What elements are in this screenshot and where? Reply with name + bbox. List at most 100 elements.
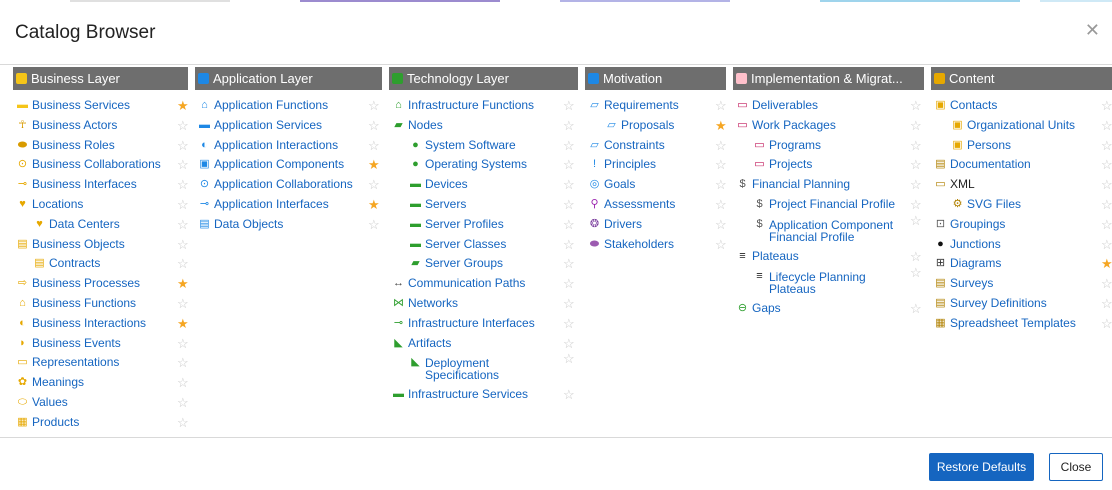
catalog-item[interactable]: ▣ Persons ☆ [931, 136, 1112, 156]
restore-defaults-button[interactable]: Restore Defaults [929, 453, 1034, 481]
star-outline-icon[interactable]: ☆ [563, 116, 575, 136]
close-icon[interactable]: ✕ [1085, 20, 1100, 41]
catalog-item[interactable]: ⊙ Business Collaborations ☆ [13, 155, 189, 175]
catalog-item[interactable]: ▭ Representations ☆ [13, 353, 188, 373]
column-header[interactable]: Content [931, 67, 1112, 90]
star-outline-icon[interactable]: ☆ [177, 373, 189, 393]
catalog-item[interactable]: ▭ Programs ☆ [733, 136, 924, 156]
star-outline-icon[interactable]: ☆ [177, 353, 189, 373]
star-outline-icon[interactable]: ☆ [715, 195, 727, 215]
star-outline-icon[interactable]: ☆ [563, 215, 575, 235]
catalog-item[interactable]: ▬ Server Classes ☆ [389, 235, 578, 255]
catalog-item[interactable]: ▣ Contacts ☆ [931, 96, 1112, 116]
star-outline-icon[interactable]: ☆ [910, 247, 922, 267]
favorite-star-icon[interactable]: ★ [368, 195, 380, 215]
catalog-item[interactable]: ▤ Data Objects ☆ [195, 215, 382, 235]
star-outline-icon[interactable]: ☆ [910, 155, 922, 175]
favorite-star-icon[interactable]: ★ [1101, 254, 1112, 274]
catalog-item[interactable]: ▭ XML ☆ [931, 175, 1112, 195]
catalog-item[interactable]: ▤ Documentation ☆ [931, 155, 1112, 175]
star-outline-icon[interactable]: ☆ [563, 254, 575, 274]
catalog-item[interactable]: ! Principles ☆ [585, 155, 727, 175]
catalog-item[interactable]: ▭ Deliverables ☆ [733, 96, 924, 116]
star-outline-icon[interactable]: ☆ [368, 116, 380, 136]
star-outline-icon[interactable]: ☆ [910, 195, 922, 215]
column-header[interactable]: Implementation & Migrat... [733, 67, 924, 90]
catalog-item[interactable]: ⌂ Business Functions ☆ [13, 294, 188, 314]
catalog-item[interactable]: ▣ Organizational Units ☆ [931, 116, 1112, 136]
star-outline-icon[interactable]: ☆ [177, 215, 189, 235]
catalog-item[interactable]: ⋈ Networks ☆ [389, 294, 578, 314]
catalog-item[interactable]: ▬ Business Services ★ [13, 96, 189, 116]
catalog-item[interactable]: ▦ Spreadsheet Templates ☆ [931, 314, 1112, 334]
star-outline-icon[interactable]: ☆ [1101, 155, 1112, 175]
catalog-item[interactable]: ● System Software ☆ [389, 136, 578, 156]
star-outline-icon[interactable]: ☆ [910, 214, 922, 227]
star-outline-icon[interactable]: ☆ [177, 294, 189, 314]
star-outline-icon[interactable]: ☆ [563, 274, 575, 294]
catalog-item[interactable]: ⊞ Diagrams ★ [931, 254, 1112, 274]
catalog-item[interactable]: ≡ Lifecycle Planning Plateaus ☆ [733, 266, 924, 299]
star-outline-icon[interactable]: ☆ [715, 96, 727, 116]
star-outline-icon[interactable]: ☆ [910, 299, 922, 319]
star-outline-icon[interactable]: ☆ [1101, 314, 1112, 334]
catalog-item[interactable]: ⊖ Gaps ☆ [733, 299, 924, 319]
catalog-item[interactable]: $ Project Financial Profile ☆ [733, 195, 924, 215]
catalog-item[interactable]: ▬ Server Profiles ☆ [389, 215, 578, 235]
catalog-item[interactable]: ♥ Data Centers ☆ [13, 215, 188, 235]
catalog-item[interactable]: ✿ Meanings ☆ [13, 373, 189, 393]
catalog-item[interactable]: ● Operating Systems ☆ [389, 155, 578, 175]
star-outline-icon[interactable]: ☆ [177, 334, 189, 354]
star-outline-icon[interactable]: ☆ [563, 195, 575, 215]
column-header[interactable]: Application Layer [195, 67, 382, 90]
star-outline-icon[interactable]: ☆ [1101, 195, 1112, 215]
star-outline-icon[interactable]: ☆ [715, 215, 727, 235]
star-outline-icon[interactable]: ☆ [1101, 136, 1112, 156]
catalog-item[interactable]: ⊸ Application Interfaces ★ [195, 195, 382, 215]
star-outline-icon[interactable]: ☆ [563, 314, 575, 334]
catalog-item[interactable]: ⊸ Infrastructure Interfaces ☆ [389, 314, 578, 334]
catalog-item[interactable]: ◣ Deployment Specifications ☆ [389, 352, 578, 385]
catalog-item[interactable]: ⬬ Business Roles ☆ [13, 136, 189, 156]
star-outline-icon[interactable]: ☆ [563, 96, 575, 116]
star-outline-icon[interactable]: ☆ [910, 96, 922, 116]
star-outline-icon[interactable]: ☆ [177, 195, 189, 215]
catalog-item[interactable]: ☥ Business Actors ☆ [13, 116, 188, 136]
star-outline-icon[interactable]: ☆ [368, 175, 380, 195]
catalog-item[interactable]: ▰ Nodes ☆ [389, 116, 578, 136]
star-outline-icon[interactable]: ☆ [715, 235, 727, 255]
star-outline-icon[interactable]: ☆ [563, 352, 575, 365]
star-outline-icon[interactable]: ☆ [563, 175, 575, 195]
star-outline-icon[interactable]: ☆ [1101, 235, 1112, 255]
star-outline-icon[interactable]: ☆ [177, 235, 189, 255]
star-outline-icon[interactable]: ☆ [715, 155, 727, 175]
star-outline-icon[interactable]: ☆ [368, 136, 380, 156]
catalog-item[interactable]: ▤ Contracts ☆ [13, 254, 188, 274]
star-outline-icon[interactable]: ☆ [563, 235, 575, 255]
star-outline-icon[interactable]: ☆ [177, 136, 189, 156]
catalog-item[interactable]: ≡ Plateaus ☆ [733, 247, 924, 267]
catalog-item[interactable]: ⬬ Stakeholders ☆ [585, 235, 727, 255]
star-outline-icon[interactable]: ☆ [910, 116, 922, 136]
catalog-item[interactable]: ▬ Servers ☆ [389, 195, 578, 215]
star-outline-icon[interactable]: ☆ [368, 215, 380, 235]
star-outline-icon[interactable]: ☆ [910, 266, 922, 279]
star-outline-icon[interactable]: ☆ [563, 294, 575, 314]
catalog-item[interactable]: ◐ Business Interactions ★ [13, 314, 188, 334]
column-header[interactable]: Motivation [585, 67, 726, 90]
catalog-item[interactable]: ⊸ Business Interfaces ☆ [13, 175, 189, 195]
catalog-item[interactable]: ▰ Server Groups ☆ [389, 254, 578, 274]
catalog-item[interactable]: ● Junctions ☆ [931, 235, 1112, 255]
catalog-item[interactable]: ▬ Application Services ☆ [195, 116, 382, 136]
catalog-item[interactable]: ⊡ Groupings ☆ [931, 215, 1112, 235]
star-outline-icon[interactable]: ☆ [1101, 96, 1112, 116]
catalog-item[interactable]: ⚲ Assessments ☆ [585, 195, 726, 215]
catalog-item[interactable]: ❂ Drivers ☆ [585, 215, 727, 235]
star-outline-icon[interactable]: ☆ [910, 175, 922, 195]
star-outline-icon[interactable]: ☆ [563, 385, 575, 405]
catalog-item[interactable]: ◗ Business Events ☆ [13, 334, 188, 354]
favorite-star-icon[interactable]: ★ [177, 274, 189, 294]
star-outline-icon[interactable]: ☆ [1101, 215, 1112, 235]
star-outline-icon[interactable]: ☆ [715, 136, 727, 156]
column-header[interactable]: Business Layer [13, 67, 188, 90]
